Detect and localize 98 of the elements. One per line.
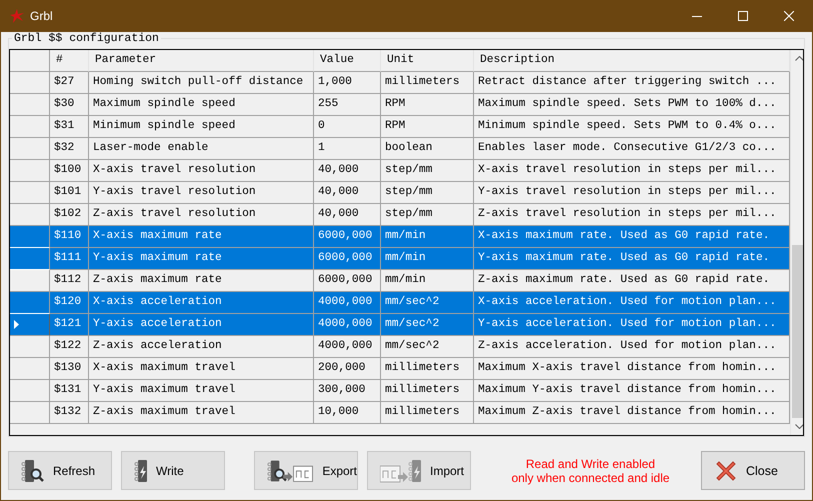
table-cell: Laser-mode enable [89,138,314,160]
table-cell: Y-axis acceleration. Used for motion plan... [474,314,790,336]
row-header[interactable] [10,226,50,248]
table-cell: Z-axis acceleration. Used for motion plan... [474,336,790,358]
table-cell: X-axis maximum travel [89,358,314,380]
table-cell: RPM [381,116,474,138]
table-cell: $32 [50,138,89,160]
refresh-button[interactable]: Refresh [8,451,112,490]
table-cell: X-axis acceleration. Used for motion plan... [474,292,790,314]
table-cell: Homing switch pull-off distance [89,72,314,94]
table-cell: X-axis maximum rate. Used as G0 rapid rate. [474,226,790,248]
table-cell: 10,000 [314,402,381,424]
table-cell: 200,000 [314,358,381,380]
table-cell: $131 [50,380,89,402]
table-cell: 6000,000 [314,248,381,270]
table-cell: Maximum X-axis travel distance from homin... [474,358,790,380]
scroll-up-icon[interactable] [795,56,803,61]
row-header[interactable] [10,248,50,270]
table-cell: RPM [381,94,474,116]
column-header[interactable]: Description [474,50,790,72]
table-cell: 0 [314,116,381,138]
table-cell: Maximum spindle speed [89,94,314,116]
table-cell: Minimum spindle speed. Sets PWM to 0.4% o... [474,116,790,138]
table-cell: $121 [50,314,89,336]
close-button[interactable]: Close [701,451,805,490]
table-cell: Maximum spindle speed. Sets PWM to 100% d... [474,94,790,116]
table-cell: 1,000 [314,72,381,94]
table-cell: Maximum Z-axis travel distance from homin... [474,402,790,424]
table-cell: Y-axis maximum rate. Used as G0 rapid rate. [474,248,790,270]
table-cell: mm/sec^2 [381,292,474,314]
export-button[interactable]: Export [254,451,358,490]
table-cell: X-axis travel resolution in steps per mil... [474,160,790,182]
scrollbar[interactable] [790,50,803,435]
cross-icon [714,458,738,482]
table-cell: $110 [50,226,89,248]
table-cell: 4000,000 [314,336,381,358]
column-header[interactable]: # [50,50,89,72]
table-cell: Z-axis maximum travel [89,402,314,424]
table-cell: Z-axis acceleration [89,336,314,358]
table-cell: Maximum Y-axis travel distance from homin... [474,380,790,402]
column-header[interactable]: Unit [381,50,474,72]
table-cell: millimeters [381,72,474,94]
table-cell: $30 [50,94,89,116]
app-icon [10,9,24,23]
table-cell: mm/min [381,226,474,248]
status-message: Read and Write enabled only when connected and idle [510,456,671,484]
write-button[interactable]: Write [121,451,225,490]
table-cell: X-axis travel resolution [89,160,314,182]
table-cell: Y-axis acceleration [89,314,314,336]
table-cell: Y-axis travel resolution [89,182,314,204]
table-cell: $101 [50,182,89,204]
table-cell: millimeters [381,380,474,402]
table-cell: millimeters [381,358,474,380]
table-cell: 40,000 [314,182,381,204]
table-cell: $31 [50,116,89,138]
table-cell: 255 [314,94,381,116]
window-title: Grbl [30,9,53,23]
scrollbar-thumb[interactable] [792,245,803,418]
table-cell: $27 [50,72,89,94]
column-header[interactable]: Parameter [89,50,314,72]
table-cell: step/mm [381,160,474,182]
close-icon[interactable] [784,11,794,21]
table-cell: $122 [50,336,89,358]
row-header[interactable] [10,292,50,314]
table-cell: 6000,000 [314,226,381,248]
file-to-chip-icon [380,458,424,484]
table-cell: Minimum spindle speed [89,116,314,138]
table-cell: Enables laser mode. Consecutive G1/2/3 co... [474,138,790,160]
table-cell: Y-axis travel resolution in steps per mil... [474,182,790,204]
table-cell: X-axis maximum rate [89,226,314,248]
table-cell: X-axis acceleration [89,292,314,314]
table-cell: $132 [50,402,89,424]
table-cell: $100 [50,160,89,182]
table-cell: 4000,000 [314,314,381,336]
table-cell: boolean [381,138,474,160]
table-cell: mm/min [381,248,474,270]
table-cell: 300,000 [314,380,381,402]
table-cell: Y-axis maximum travel [89,380,314,402]
table-cell: step/mm [381,182,474,204]
import-button[interactable]: Import [367,451,471,490]
scroll-down-icon[interactable] [795,424,803,429]
group-title: Grbl $$ configuration [12,32,161,45]
table-cell: 4000,000 [314,292,381,314]
table-cell: millimeters [381,402,474,424]
table-cell: mm/sec^2 [381,314,474,336]
table-cell: $120 [50,292,89,314]
table-cell: $130 [50,358,89,380]
maximize-icon[interactable] [738,11,748,21]
current-row-icon [14,320,19,329]
chip-lightning-icon [134,458,150,484]
table-cell: Y-axis maximum rate [89,248,314,270]
row-header[interactable] [10,314,50,336]
table-cell: 1 [314,138,381,160]
table-cell: $111 [50,248,89,270]
table-cell: mm/sec^2 [381,336,474,358]
table-cell: Retract distance after triggering switch ... [474,72,790,94]
column-header[interactable]: Value [314,50,381,72]
table-cell: 40,000 [314,160,381,182]
